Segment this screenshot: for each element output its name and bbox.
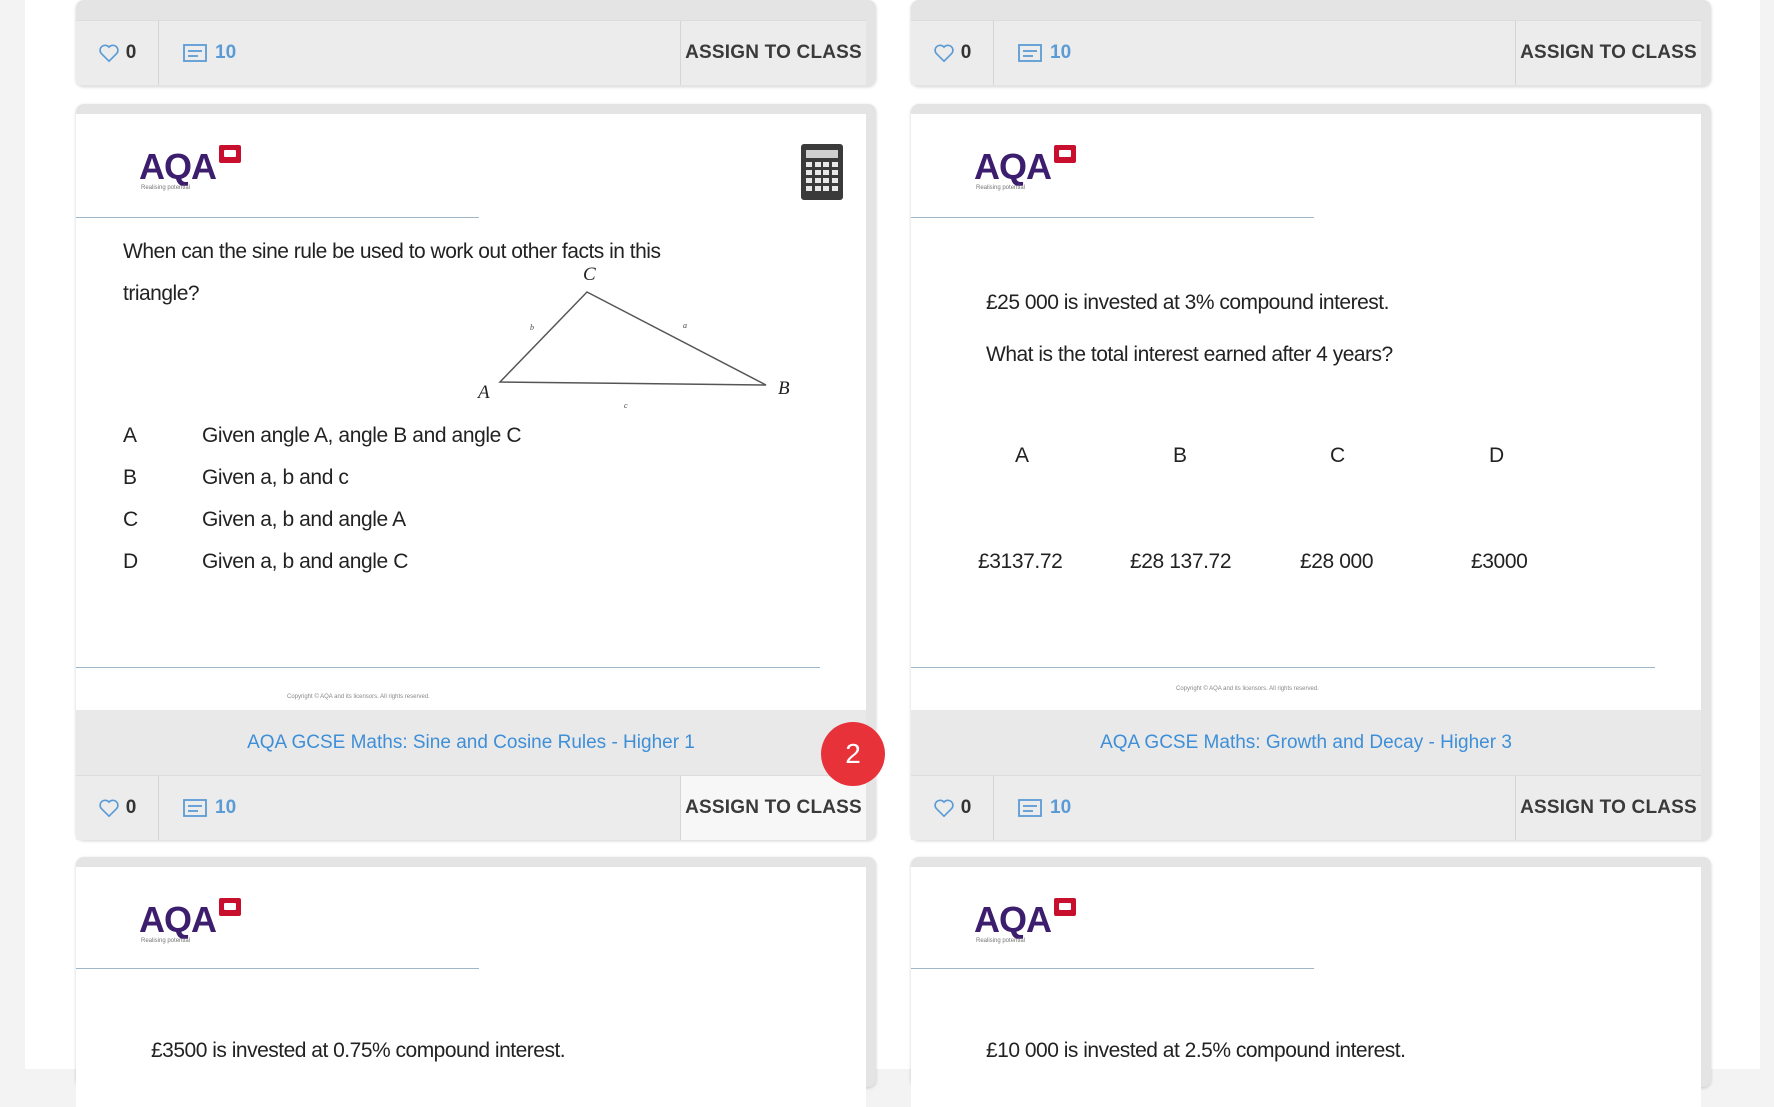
logo-tagline: Realising potential <box>976 938 1026 944</box>
heart-icon <box>934 44 954 63</box>
option-c-letter: C <box>1330 444 1346 467</box>
question-text-line2: triangle? <box>123 282 200 305</box>
questions-counter[interactable]: 10 <box>994 776 1515 840</box>
side-a-label: a <box>683 321 687 330</box>
question-preview: AQA Realising potential £25 000 is inves… <box>911 114 1701 714</box>
option-d-letter: D <box>123 550 139 573</box>
step-badge: 2 <box>821 722 885 786</box>
option-b-letter: B <box>123 466 138 489</box>
aqa-flag-icon <box>1054 145 1076 163</box>
copyright-text: Copyright © AQA and its licensors. All r… <box>287 694 430 700</box>
option-c-text: Given a, b and angle A <box>202 508 406 531</box>
option-a-value: £3137.72 <box>978 550 1063 573</box>
aqa-flag-icon <box>219 898 241 916</box>
copyright-text: Copyright © AQA and its licensors. All r… <box>1176 686 1319 692</box>
option-b-letter: B <box>1173 444 1188 467</box>
likes-counter[interactable]: 0 <box>911 21 994 85</box>
resource-card-top-right: 0 10 ASSIGN TO CLASS <box>911 0 1711 86</box>
questions-count: 10 <box>1050 42 1072 63</box>
option-c-value: £28 000 <box>1300 550 1374 573</box>
triangle-diagram: C A B b a c <box>476 264 790 410</box>
card-footer: 0 10 ASSIGN TO CLASS <box>76 775 866 840</box>
side-b-label: b <box>530 323 534 332</box>
aqa-logo: AQA Realising potential <box>974 145 1076 191</box>
assign-to-class-button[interactable]: ASSIGN TO CLASS <box>1515 21 1701 85</box>
header-divider <box>911 217 1314 218</box>
header-divider <box>76 968 479 969</box>
side-c-label: c <box>624 401 628 410</box>
vertex-a-label: A <box>476 382 490 403</box>
option-b-text: Given a, b and c <box>202 466 349 489</box>
resource-card-top-left: 0 10 ASSIGN TO CLASS <box>76 0 876 86</box>
likes-counter[interactable]: 0 <box>911 776 994 840</box>
card-footer: 0 10 ASSIGN TO CLASS <box>76 20 866 85</box>
likes-counter[interactable]: 0 <box>76 776 159 840</box>
likes-count: 0 <box>125 797 137 818</box>
resource-card-bottom-right[interactable]: AQA Realising potential £10 000 is inves… <box>911 857 1711 1107</box>
questions-counter[interactable]: 10 <box>159 21 680 85</box>
question-preview: AQA Realising potential £10 000 is inves… <box>911 867 1701 1107</box>
option-d-text: Given a, b and angle C <box>202 550 409 573</box>
logo-tagline: Realising potential <box>141 185 191 191</box>
questions-counter[interactable]: 10 <box>159 776 680 840</box>
heart-icon <box>99 44 119 63</box>
likes-count: 0 <box>960 42 972 63</box>
footer-divider <box>911 667 1655 668</box>
heart-icon <box>934 799 954 818</box>
question-text-line1: When can the sine rule be used to work o… <box>123 240 661 263</box>
resource-card-sine-rules[interactable]: AQA Realising potential When can the sin… <box>76 104 876 840</box>
header-divider <box>911 968 1314 969</box>
aqa-flag-icon <box>1054 898 1076 916</box>
vertex-c-label: C <box>583 264 596 285</box>
question-list-icon <box>183 799 207 817</box>
aqa-flag-icon <box>219 145 241 163</box>
resource-card-growth-decay[interactable]: AQA Realising potential £25 000 is inves… <box>911 104 1711 840</box>
option-d-letter: D <box>1489 444 1505 467</box>
resource-title-link[interactable]: AQA GCSE Maths: Growth and Decay - Highe… <box>911 710 1701 775</box>
question-preview: AQA Realising potential £3500 is investe… <box>76 867 866 1107</box>
option-a-letter: A <box>1015 444 1030 467</box>
questions-count: 10 <box>1050 797 1072 818</box>
resource-card-bottom-left[interactable]: AQA Realising potential £3500 is investe… <box>76 857 876 1107</box>
question-list-icon <box>1018 44 1042 62</box>
logo-tagline: Realising potential <box>141 938 191 944</box>
assign-to-class-button[interactable]: ASSIGN TO CLASS <box>680 21 866 85</box>
questions-count: 10 <box>215 797 237 818</box>
card-footer: 0 10 ASSIGN TO CLASS <box>911 20 1701 85</box>
likes-counter[interactable]: 0 <box>76 21 159 85</box>
logo-tagline: Realising potential <box>976 185 1026 191</box>
footer-divider <box>76 667 820 668</box>
likes-count: 0 <box>960 797 972 818</box>
vertex-b-label: B <box>778 378 790 399</box>
question-text-line1: £10 000 is invested at 2.5% compound int… <box>986 1039 1406 1062</box>
resource-title-link[interactable]: AQA GCSE Maths: Sine and Cosine Rules - … <box>76 710 866 775</box>
header-divider <box>76 217 479 218</box>
option-b-value: £28 137.72 <box>1130 550 1232 573</box>
calculator-icon <box>801 144 843 200</box>
option-c-letter: C <box>123 508 139 531</box>
heart-icon <box>99 799 119 818</box>
likes-count: 0 <box>125 42 137 63</box>
option-a-text: Given angle A, angle B and angle C <box>202 424 522 447</box>
card-footer: 0 10 ASSIGN TO CLASS <box>911 775 1701 840</box>
page: 0 10 ASSIGN TO CLASS 0 10 ASSIGN TO CLAS… <box>25 0 1760 1107</box>
aqa-logo: AQA Realising potential <box>139 898 241 944</box>
option-a-letter: A <box>123 424 138 447</box>
assign-to-class-button[interactable]: ASSIGN TO CLASS <box>1515 776 1701 840</box>
questions-counter[interactable]: 10 <box>994 21 1515 85</box>
question-list-icon <box>1018 799 1042 817</box>
assign-to-class-button[interactable]: ASSIGN TO CLASS <box>680 776 866 840</box>
question-text-line2: What is the total interest earned after … <box>986 343 1393 366</box>
aqa-logo: AQA Realising potential <box>974 898 1076 944</box>
question-text-line1: £3500 is invested at 0.75% compound inte… <box>151 1039 566 1062</box>
option-d-value: £3000 <box>1471 550 1528 573</box>
questions-count: 10 <box>215 42 237 63</box>
question-list-icon <box>183 44 207 62</box>
question-text-line1: £25 000 is invested at 3% compound inter… <box>986 291 1389 314</box>
question-preview: AQA Realising potential When can the sin… <box>76 114 866 714</box>
aqa-logo: AQA Realising potential <box>139 145 241 191</box>
